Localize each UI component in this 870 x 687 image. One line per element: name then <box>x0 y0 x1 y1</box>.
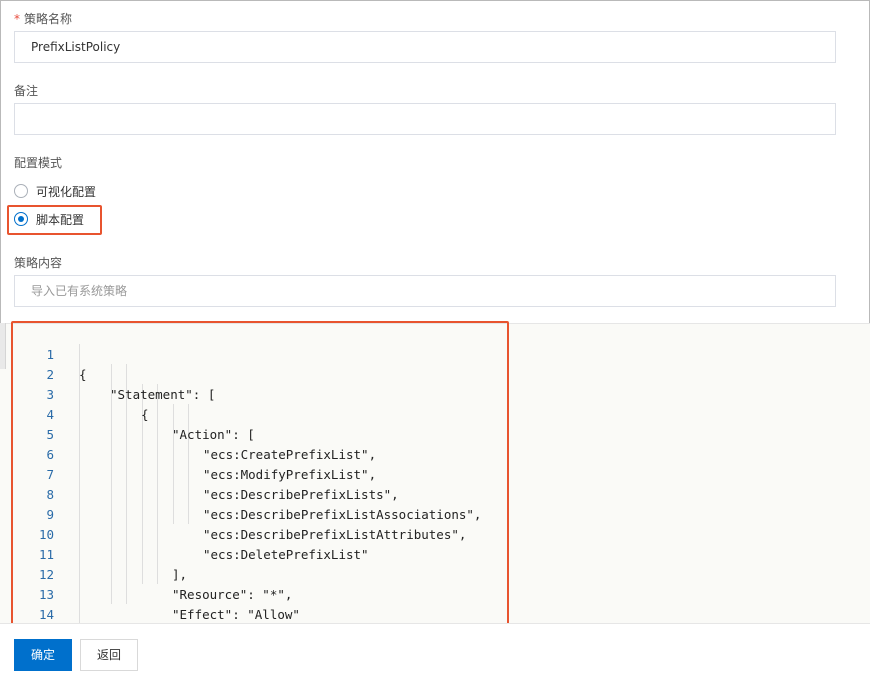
radio-visual-config-label: 可视化配置 <box>36 184 97 199</box>
radio-button-unchecked[interactable] <box>14 184 28 198</box>
policy-name-label-text: 策略名称 <box>24 12 73 26</box>
back-button[interactable]: 返回 <box>80 639 138 671</box>
remark-label: 备注 <box>14 84 39 98</box>
radio-visual-config[interactable]: 可视化配置 <box>14 182 96 200</box>
required-mark: * <box>14 12 20 26</box>
policy-name-input[interactable]: PrefixListPolicy <box>14 31 836 63</box>
remark-input[interactable] <box>14 103 836 135</box>
policy-name-label: * 策略名称 <box>14 10 72 27</box>
confirm-button[interactable]: 确定 <box>14 639 72 671</box>
side-collapse-tab[interactable] <box>0 323 6 369</box>
import-policy-input[interactable]: 导入已有系统策略 <box>14 275 836 307</box>
highlight-box-config-mode <box>7 205 102 235</box>
config-mode-label: 配置模式 <box>14 156 63 170</box>
highlight-box-editor <box>11 321 509 626</box>
policy-content-label: 策略内容 <box>14 256 63 270</box>
footer-bar: 确定 返回 <box>0 623 870 687</box>
